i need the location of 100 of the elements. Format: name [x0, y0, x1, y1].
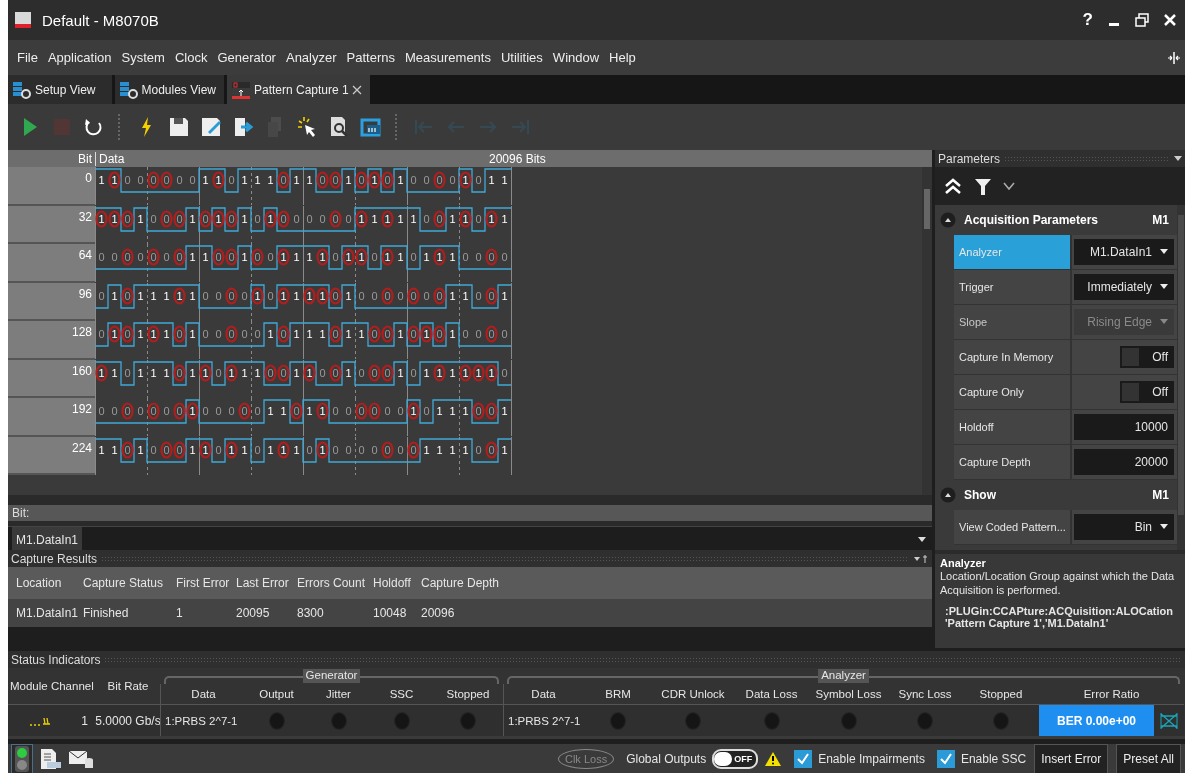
table-cell-text: 8300 — [297, 606, 325, 620]
bit-value: 1 — [306, 405, 313, 417]
bit-value: 0 — [475, 174, 482, 186]
caret-icon[interactable] — [1174, 155, 1182, 162]
bit-value: 0 — [98, 289, 105, 302]
bit-value: 1 — [189, 405, 196, 417]
parameter-label[interactable]: Capture Only — [954, 375, 1070, 409]
bit-value: 1 — [397, 251, 404, 263]
scrollbar[interactable] — [922, 167, 932, 495]
value-dropdown[interactable]: M1.DataIn1 — [1074, 239, 1174, 265]
value-dropdown[interactable]: Bin — [1074, 514, 1174, 540]
bit-value: 0 — [176, 366, 183, 379]
row-index: 128 — [8, 321, 95, 360]
save-edit-icon[interactable] — [199, 115, 223, 139]
bit-value: 0 — [436, 328, 443, 340]
toggle-switch[interactable]: Off — [1120, 346, 1174, 368]
eye-diagram-icon[interactable] — [1159, 711, 1179, 730]
action-button[interactable]: Preset All — [1116, 744, 1181, 773]
global-outputs-toggle[interactable]: OFF — [712, 749, 759, 769]
bit-value: 0 — [488, 251, 495, 263]
bit-value: 1 — [202, 174, 209, 186]
bit-value: 0 — [332, 405, 339, 417]
menu-item[interactable]: Clock — [169, 47, 213, 68]
number-field[interactable]: 10000 — [1074, 414, 1174, 440]
bit-value: 1 — [449, 212, 456, 225]
bit-value: 0 — [163, 212, 170, 225]
save-icon[interactable] — [167, 115, 191, 139]
help-button[interactable]: ? — [1082, 10, 1093, 30]
view-tab[interactable]: Pattern Capture 1 — [227, 75, 370, 104]
row-index: 0 — [8, 167, 95, 206]
channel-number: 1 — [81, 713, 88, 728]
parameter-label[interactable]: Holdoff — [954, 410, 1070, 444]
split-icon[interactable] — [1167, 50, 1181, 65]
bit-value: 1 — [215, 212, 222, 225]
menu-item[interactable]: Help — [604, 47, 641, 68]
parameter-label[interactable]: View Coded Pattern... — [954, 510, 1070, 544]
close-icon[interactable] — [351, 84, 362, 95]
bit-value: 1 — [423, 251, 430, 263]
bit-value: 0 — [280, 328, 287, 340]
panel-title: Status Indicators — [11, 652, 101, 667]
bit-value: 0 — [241, 289, 248, 302]
action-button[interactable]: Insert Error — [1034, 744, 1109, 773]
bit-value: 1 — [488, 174, 495, 186]
checkbox[interactable] — [936, 750, 955, 768]
menu-item[interactable]: Analyzer — [280, 47, 342, 68]
document-icon[interactable] — [38, 747, 62, 771]
table-cell-text: M1.DataIn1 — [16, 606, 80, 620]
view-tab[interactable]: Setup View — [8, 75, 112, 104]
parameter-label[interactable]: Capture Depth — [954, 445, 1070, 479]
panel-title: Parameters — [938, 151, 1001, 166]
chevron-down-icon[interactable] — [1003, 181, 1015, 191]
menu-item[interactable]: Utilities — [495, 47, 548, 68]
checkbox[interactable] — [794, 750, 813, 768]
collapse-icon[interactable] — [940, 487, 956, 503]
menu-item[interactable]: File — [12, 47, 43, 68]
menu-item[interactable]: Patterns — [341, 47, 400, 68]
bit-value: 1 — [280, 251, 287, 263]
bit-value: 0 — [384, 405, 391, 417]
modules-gear-icon — [12, 80, 32, 99]
menu-item[interactable]: Generator — [212, 47, 281, 68]
table-cell-text: 10048 — [373, 606, 408, 620]
filter-icon[interactable] — [973, 176, 993, 196]
bit-value: 0 — [111, 405, 118, 417]
mail-icon[interactable] — [68, 748, 94, 770]
bit-value: 1 — [280, 289, 287, 302]
menu-item[interactable]: System — [116, 47, 170, 68]
value-dropdown[interactable]: Immediately — [1074, 274, 1174, 300]
number-field[interactable]: 20000 — [1074, 449, 1174, 475]
bit-value: 0 — [124, 366, 131, 379]
bit-value: 1 — [319, 405, 326, 417]
bit-value: 1 — [306, 251, 313, 263]
bit-value: 0 — [319, 174, 326, 186]
menu-item[interactable]: Application — [42, 47, 117, 68]
bit-value: 0 — [345, 405, 352, 417]
bit-value: 1 — [358, 328, 365, 340]
pin-icon[interactable] — [913, 553, 929, 564]
view-tab[interactable]: Modules View — [114, 75, 224, 104]
toggle-switch[interactable]: Off — [1120, 381, 1174, 403]
bit-value: 1 — [150, 289, 157, 302]
caret-icon — [1160, 524, 1168, 530]
scroll-thumb[interactable] — [924, 189, 930, 229]
restore-icon[interactable] — [1135, 13, 1149, 27]
bit-value: 0 — [501, 366, 508, 379]
scrollbar[interactable] — [1177, 205, 1185, 550]
parameter-label[interactable]: Trigger — [954, 270, 1070, 304]
bit-value: 0 — [332, 212, 339, 225]
menu-item[interactable]: Window — [547, 47, 605, 68]
menu-item[interactable]: Measurements — [399, 47, 496, 68]
bit-value: 0 — [202, 212, 209, 225]
bit-value: 0 — [371, 443, 378, 456]
collapse-all-icon[interactable] — [943, 176, 963, 196]
parameter-label[interactable]: Capture In Memory — [954, 340, 1070, 374]
bit-value: 1 — [241, 212, 248, 225]
column-header: Location — [16, 576, 63, 590]
bit-value: 1 — [163, 366, 170, 379]
traffic-light-icon[interactable] — [12, 745, 32, 773]
column-header: Data Loss — [744, 687, 799, 702]
bit-value: 1 — [111, 174, 118, 186]
collapse-icon[interactable] — [940, 212, 956, 228]
bit-value: 1 — [462, 405, 469, 417]
